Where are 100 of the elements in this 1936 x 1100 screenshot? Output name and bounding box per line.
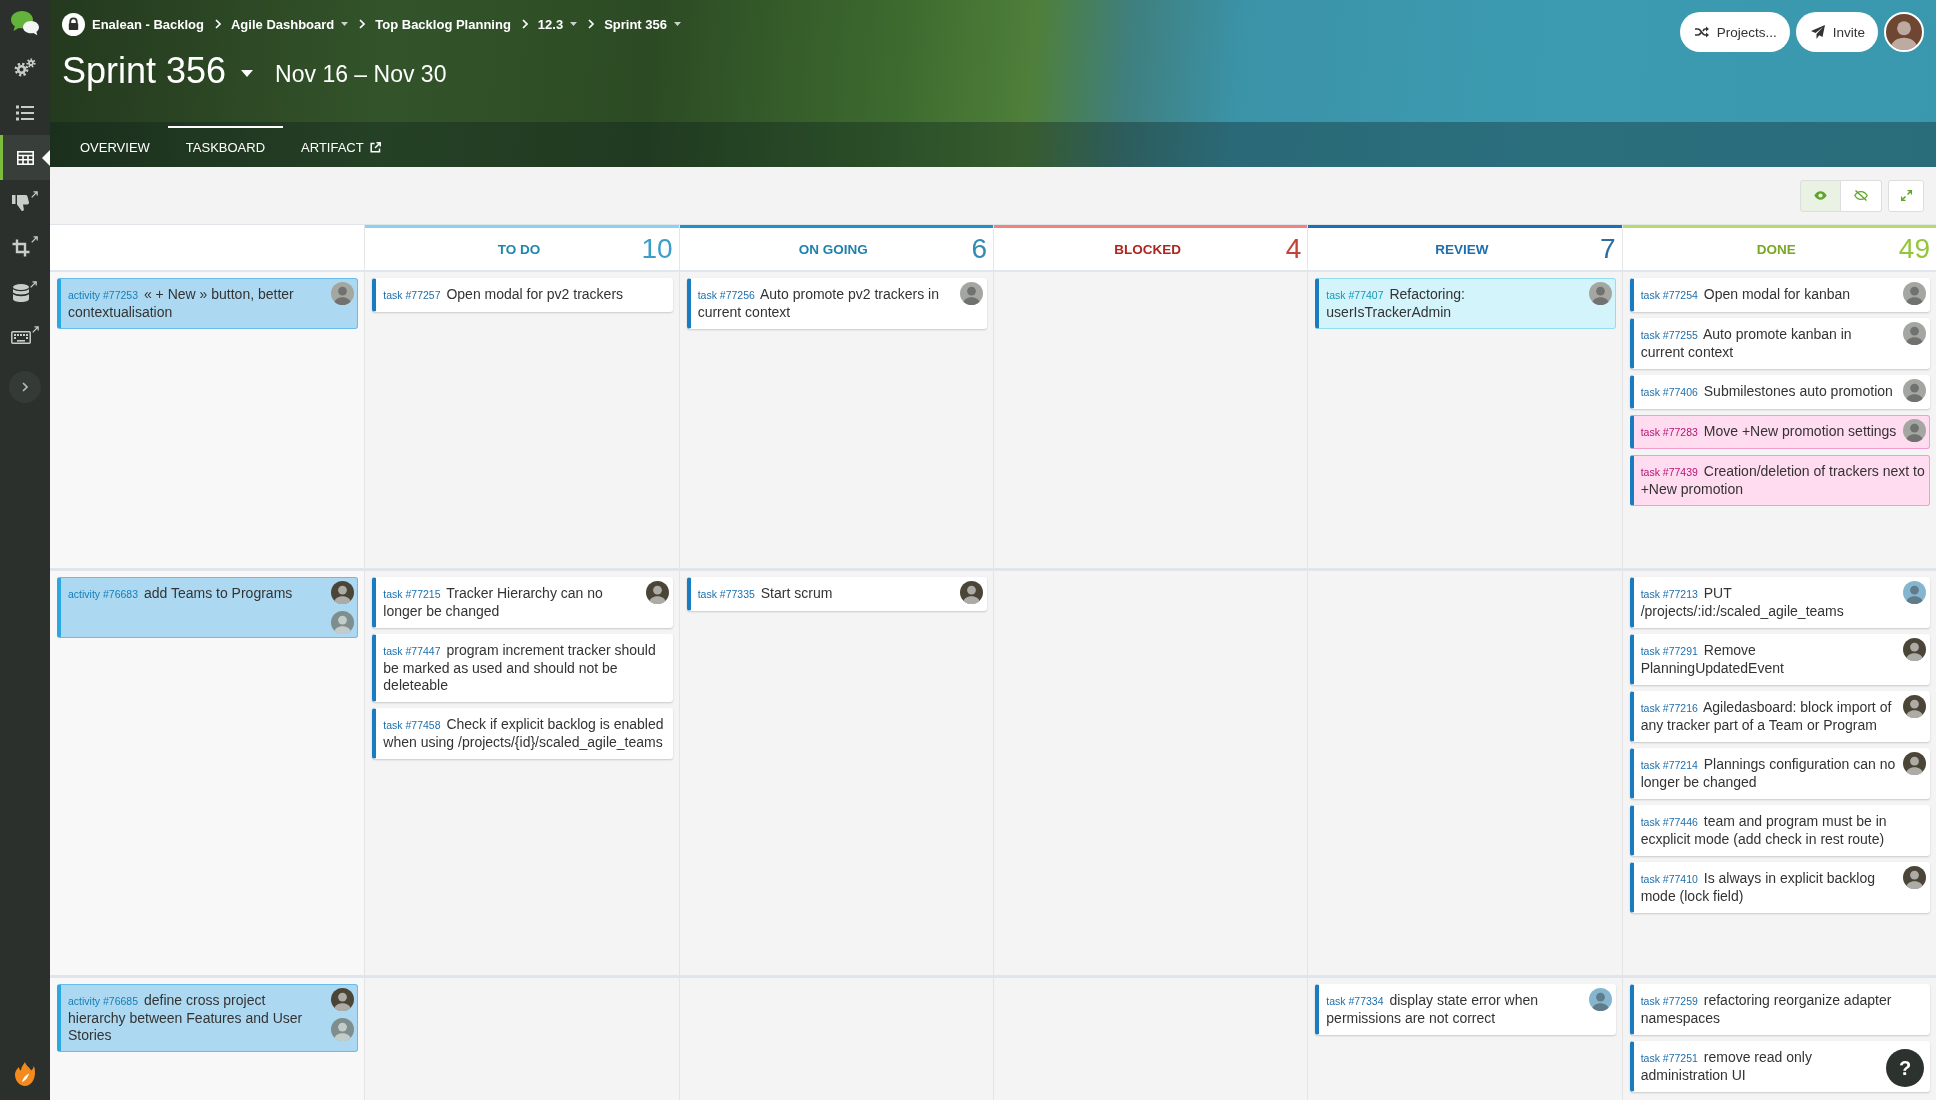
shuffle-icon (1694, 26, 1709, 38)
column-count: 4 (1285, 234, 1302, 264)
card-title: task #77447 program increment tracker should be marked as used and should not be deleteable (383, 642, 657, 694)
chat-bubbles-icon[interactable] (10, 9, 40, 36)
lock-icon (62, 12, 85, 36)
card-title: task #77334 display state error when permissions are not correct (1326, 992, 1540, 1027)
column-count: 49 (1898, 234, 1930, 264)
column-count: 10 (641, 234, 673, 264)
external-arrow-icon (31, 236, 38, 243)
breadcrumb-link[interactable]: 12.3 (537, 16, 578, 32)
card-title: task #77255 Auto promote kanban in current context (1640, 326, 1853, 361)
card-title: activity #77253 « + New » button, better contextualisation (68, 286, 295, 321)
card-id-link[interactable]: task #77214 (1640, 759, 1698, 771)
card-id-link[interactable]: task #77255 (1640, 329, 1698, 341)
breadcrumb-link[interactable]: Agile Dashboard (231, 16, 349, 32)
caret-down-icon[interactable] (241, 69, 254, 77)
card-title: task #77215 Tracker Hierarchy can no longer be changed (383, 585, 604, 620)
card-title: task #77283 Move +New promotion settings (1640, 423, 1898, 441)
column-title: REVIEW (1435, 241, 1489, 257)
card-title: task #77407 Refactoring: userIsTrackerAdmin (1326, 286, 1466, 321)
card-title: task #77458 Check if explicit backlog is enabled when using /projects/{id}/scaled_agile_teams (383, 716, 665, 751)
card-id-link[interactable]: task #77283 (1640, 426, 1698, 438)
column-title: BLOCKED (1114, 241, 1182, 257)
card-id-link[interactable]: task #77407 (1326, 289, 1384, 301)
card-id-link[interactable]: task #77254 (1640, 289, 1698, 301)
tab[interactable]: ARTIFACT (283, 126, 399, 167)
eye-slash-icon (1854, 190, 1868, 201)
flame-icon[interactable] (15, 1062, 35, 1086)
breadcrumb-link[interactable]: Sprint 356 (604, 16, 681, 32)
chevron-right-icon (22, 382, 28, 392)
card-title: task #77291 Remove PlanningUpdatedEvent (1640, 642, 1785, 677)
card-id-link[interactable]: task #77447 (383, 645, 441, 657)
chevron-right-icon (215, 19, 221, 29)
card-id-link[interactable]: task #77439 (1640, 466, 1698, 478)
breadcrumb-link[interactable]: Enalean - Backlog (62, 12, 204, 36)
card-id-link[interactable]: task #77458 (383, 719, 441, 731)
milestone-title: Sprint 356 (62, 50, 227, 92)
card-title: task #77335 Start scrum (697, 585, 834, 603)
numbered-list-icon (16, 104, 34, 121)
card-id-link[interactable]: activity #77253 (68, 289, 139, 301)
card-id-link[interactable]: activity #76683 (68, 588, 139, 600)
card-id-link[interactable]: task #77335 (697, 588, 755, 600)
card-title: task #77216 Agiledasboard: block import of any tracker part of a Team or Program (1640, 699, 1893, 734)
card-id-link[interactable]: task #77406 (1640, 386, 1698, 398)
external-arrow-icon (31, 191, 38, 198)
table-icon (16, 150, 34, 165)
sidebar-toggle-button[interactable] (9, 371, 41, 403)
tab[interactable]: OVERVIEW (62, 126, 168, 167)
card-id-link[interactable]: task #77259 (1640, 995, 1698, 1007)
card-title: task #77446 team and program must be in ecxplicit mode (add check in rest route) (1640, 813, 1888, 848)
card-title: activity #76683 add Teams to Programs (68, 585, 294, 603)
milestone-dates: Nov 16 – Nov 30 (275, 60, 447, 89)
gears-icon (14, 58, 36, 77)
invite-button[interactable]: Invite (1795, 12, 1878, 52)
card-title: task #77410 Is always in explicit backlog mode (lock field) (1640, 870, 1876, 905)
thumbs-down-icon (12, 193, 30, 212)
card-title: task #77406 Submilestones auto promotion (1640, 383, 1894, 401)
card-id-link[interactable]: task #77256 (697, 289, 755, 301)
external-arrow-icon (30, 281, 37, 288)
card-title: activity #76685 define cross project hierarchy between Features and User Stories (68, 992, 304, 1044)
chevron-right-icon (359, 19, 366, 29)
card-title: task #77256 Auto promote pv2 trackers in current context (697, 286, 940, 321)
paper-plane-icon (1810, 25, 1825, 39)
card-id-link[interactable]: task #77334 (1326, 995, 1384, 1007)
card-title: task #77259 refactoring reorganize adapter namespaces (1640, 992, 1893, 1027)
card-id-link[interactable]: task #77446 (1640, 816, 1698, 828)
card-id-link[interactable]: activity #76685 (68, 995, 139, 1007)
tab[interactable]: TASKBOARD (167, 126, 284, 167)
eye-icon (1814, 191, 1827, 200)
card-id-link[interactable]: task #77213 (1640, 588, 1698, 600)
external-link-icon (369, 142, 381, 153)
sidebar-item[interactable] (0, 135, 50, 180)
column-count: 6 (971, 234, 987, 264)
column-title: TO DO (497, 241, 541, 257)
card-id-link[interactable]: task #77215 (383, 588, 441, 600)
card-id-link[interactable]: task #77410 (1640, 873, 1698, 885)
crop-icon (12, 238, 30, 257)
caret-down-icon (341, 22, 349, 26)
card-id-link[interactable]: task #77257 (383, 289, 441, 301)
breadcrumb-link[interactable]: Top Backlog Planning (375, 16, 511, 32)
column-title: ON GOING (798, 241, 868, 257)
show-items-button[interactable] (1800, 179, 1841, 212)
card-title: task #77213 PUT /projects/:id:/scaled_agile_teams (1640, 585, 1845, 620)
chevron-right-icon (521, 19, 528, 29)
card-id-link[interactable]: task #77251 (1640, 1052, 1698, 1064)
user-avatar-icon[interactable] (1884, 12, 1924, 52)
caret-down-icon (570, 22, 578, 26)
card-title: task #77254 Open modal for kanban (1640, 286, 1852, 304)
external-arrow-icon (32, 326, 39, 333)
projects-button[interactable]: Projects... (1679, 12, 1790, 52)
column-count: 7 (1600, 234, 1616, 264)
database-icon (13, 283, 29, 302)
column-title: DONE (1756, 241, 1796, 257)
card-id-link[interactable]: task #77216 (1640, 702, 1698, 714)
keyboard-icon (11, 331, 31, 344)
card-title: task #77214 Plannings configuration can no longer be changed (1640, 756, 1897, 791)
caret-down-icon (674, 22, 681, 26)
expand-arrows-icon (1900, 190, 1912, 201)
chevron-right-icon (588, 19, 595, 29)
card-id-link[interactable]: task #77291 (1640, 645, 1698, 657)
